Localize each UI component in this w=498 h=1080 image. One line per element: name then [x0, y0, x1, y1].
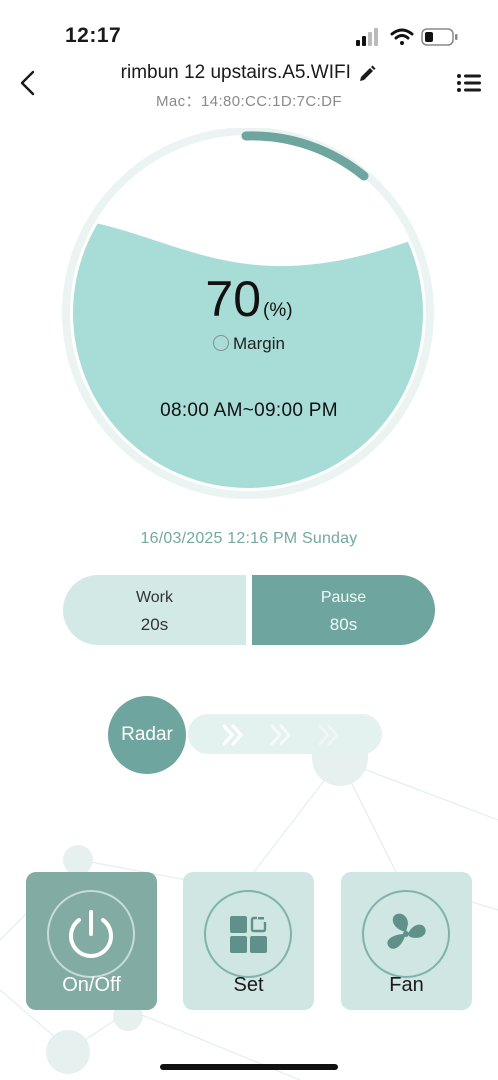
work-label: Work: [135, 589, 174, 606]
header: rimbun 12 upstairs.A5.WIFI Mac：14:80:CC:…: [0, 62, 498, 111]
work-segment[interactable]: Work 20s: [63, 575, 246, 645]
margin-row: Margin: [0, 334, 498, 354]
status-icons: [356, 28, 458, 46]
fan-icon: [387, 913, 426, 949]
work-pause-control: Work 20s Pause 80s: [63, 575, 435, 645]
onoff-label: On/Off: [62, 974, 121, 996]
power-icon-circle: [47, 890, 135, 978]
device-title-row[interactable]: rimbun 12 upstairs.A5.WIFI: [0, 62, 498, 84]
chevron-right-icon: [270, 724, 291, 746]
current-datetime: 16/03/2025 12:16 PM Sunday: [140, 530, 358, 547]
fan-label: Fan: [389, 974, 424, 996]
gauge-liquid-fill: [73, 216, 423, 488]
battery-icon: [421, 28, 458, 46]
work-value: 20s: [140, 615, 169, 634]
percent-value: 70: [205, 271, 262, 327]
wifi-icon: [390, 28, 414, 45]
home-indicator[interactable]: [160, 1064, 338, 1070]
set-icon-circle: [204, 890, 292, 978]
percent-display: 70 (%): [0, 270, 498, 328]
set-button[interactable]: Set: [183, 872, 314, 1010]
onoff-button[interactable]: On/Off: [26, 872, 157, 1010]
mac-address: Mac：14:80:CC:1D:7C:DF: [156, 93, 342, 110]
chevron-right-icon: [222, 724, 243, 746]
pause-label: Pause: [320, 589, 367, 606]
power-icon: [69, 910, 113, 958]
fan-button[interactable]: Fan: [341, 872, 472, 1010]
schedule-time[interactable]: 08:00 AM~09:00 PM: [0, 400, 498, 422]
pause-segment[interactable]: Pause 80s: [252, 575, 435, 645]
radar-button[interactable]: Radar: [108, 696, 186, 774]
margin-icon: [213, 334, 230, 351]
list-menu-icon[interactable]: [456, 72, 482, 94]
signal-icon: [356, 28, 378, 46]
pause-value: 80s: [329, 615, 358, 634]
device-title[interactable]: rimbun 12 upstairs.A5.WIFI: [121, 62, 351, 83]
status-time: 12:17: [65, 24, 122, 47]
chevron-right-icon: [318, 724, 339, 746]
margin-label: Margin: [233, 334, 285, 353]
edit-pencil-icon[interactable]: [357, 64, 377, 84]
grid-settings-icon: [230, 915, 267, 953]
set-label: Set: [233, 974, 264, 996]
percent-unit: (%): [263, 300, 293, 321]
fan-icon-circle: [362, 890, 450, 978]
